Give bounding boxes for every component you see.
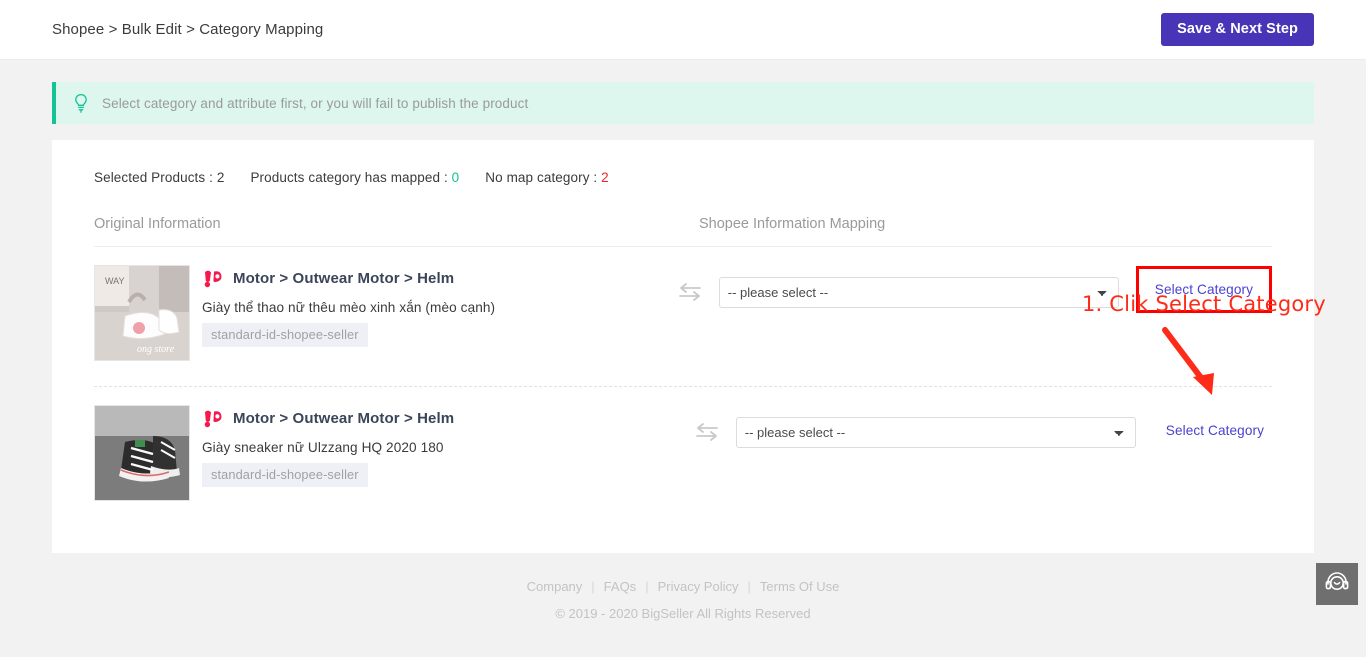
original-category-path: Motor > Outwear Motor > Helm xyxy=(233,269,455,287)
selected-products-value: 2 xyxy=(216,169,225,185)
shopee-logo-icon xyxy=(202,407,224,429)
footer-separator: | xyxy=(645,579,649,594)
category-mapping-card: Selected Products : 2 Products category … xyxy=(52,140,1326,553)
annotation-text: 1. Clik Select Category xyxy=(1082,292,1326,316)
selected-products-stat: Selected Products : 2 xyxy=(94,170,224,185)
product-thumbnail: WAY ong store xyxy=(94,265,190,361)
column-header-original: Original Information xyxy=(94,216,221,232)
swap-cell xyxy=(678,405,736,441)
product-info: Motor > Outwear Motor > Helm Giày sneake… xyxy=(202,405,678,487)
category-line: Motor > Outwear Motor > Helm xyxy=(202,267,661,289)
footer-links: Company | FAQs | Privacy Policy | Terms Of Use xyxy=(0,579,1366,594)
original-category-path: Motor > Outwear Motor > Helm xyxy=(233,409,455,427)
table-column-headers: Original Information Shopee Information … xyxy=(94,216,1272,247)
category-line: Motor > Outwear Motor > Helm xyxy=(202,407,678,429)
svg-text:ong store: ong store xyxy=(137,344,175,355)
lightbulb-icon xyxy=(72,93,90,113)
svg-text:WAY: WAY xyxy=(105,276,125,286)
stats-row: Selected Products : 2 Products category … xyxy=(94,162,1272,192)
mapped-category-value: 0 xyxy=(451,169,460,185)
product-title: Giày sneaker nữ Ulzzang HQ 2020 180 xyxy=(202,440,444,455)
product-tag: standard-id-shopee-seller xyxy=(202,323,368,347)
no-map-category-value: 2 xyxy=(601,169,609,185)
footer-copyright: © 2019 - 2020 BigSeller All Rights Reser… xyxy=(555,606,811,621)
exchange-arrows-icon xyxy=(678,283,702,301)
product-title: Giày thể thao nữ thêu mèo xinh xắn (mèo … xyxy=(202,300,496,315)
mapped-category-stat: Products category has mapped : 0 xyxy=(250,170,459,185)
product-tag: standard-id-shopee-seller xyxy=(202,463,368,487)
annotation-arrow-icon xyxy=(1162,327,1214,395)
exchange-arrows-icon xyxy=(695,423,719,441)
alert-message: Select category and attribute first, or … xyxy=(102,95,529,111)
column-header-mapping: Shopee Information Mapping xyxy=(699,216,886,232)
footer-link-privacy-policy[interactable]: Privacy Policy xyxy=(658,579,739,594)
footer-link-company[interactable]: Company xyxy=(527,579,583,594)
swap-cell xyxy=(661,265,719,301)
mapping-cell: -- please select -- Select Category xyxy=(735,405,1272,448)
footer-link-terms-of-use[interactable]: Terms Of Use xyxy=(760,579,839,594)
support-chat-button[interactable] xyxy=(1316,563,1358,605)
product-thumbnail xyxy=(94,405,190,501)
save-and-next-step-button[interactable]: Save & Next Step xyxy=(1161,13,1314,46)
footer: Company | FAQs | Privacy Policy | Terms Of Use… xyxy=(0,579,1366,621)
breadcrumb: Shopee > Bulk Edit > Category Mapping xyxy=(52,21,324,38)
top-bar: Shopee > Bulk Edit > Category Mapping Sa… xyxy=(0,0,1366,60)
shopee-category-select[interactable]: -- please select -- xyxy=(718,277,1119,308)
select-category-link[interactable]: Select Category xyxy=(1158,417,1272,444)
selected-products-label: Selected Products : xyxy=(94,169,217,185)
info-alert-banner: Select category and attribute first, or … xyxy=(52,82,1314,124)
headset-support-icon xyxy=(1324,569,1350,600)
mapped-category-label: Products category has mapped : xyxy=(250,169,452,185)
footer-separator: | xyxy=(591,579,595,594)
footer-link-faqs[interactable]: FAQs xyxy=(604,579,637,594)
shopee-category-select[interactable]: -- please select -- xyxy=(735,417,1136,448)
table-row: Motor > Outwear Motor > Helm Giày sneake… xyxy=(94,387,1272,527)
no-map-category-stat: No map category : 2 xyxy=(485,170,608,185)
no-map-category-label: No map category : xyxy=(485,169,602,185)
footer-separator: | xyxy=(747,579,751,594)
shopee-logo-icon xyxy=(202,267,224,289)
table-row: WAY ong store Motor > Outwear Motor > He… xyxy=(94,247,1272,387)
product-info: Motor > Outwear Motor > Helm Giày thể th… xyxy=(202,265,661,347)
